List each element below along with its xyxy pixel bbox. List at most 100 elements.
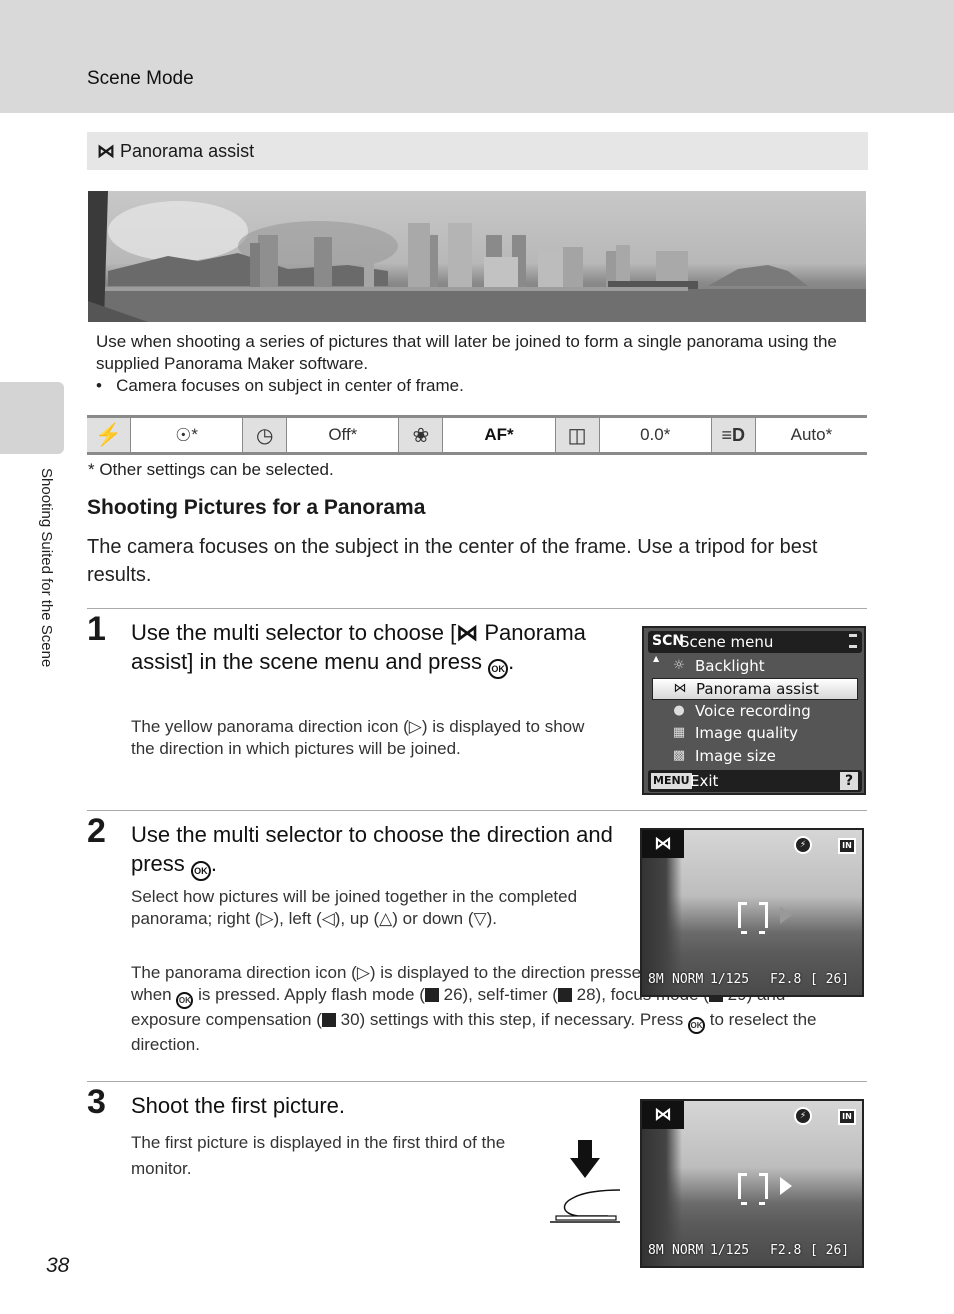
side-tab[interactable] (0, 382, 64, 454)
image-size-icon: ▩ (672, 748, 686, 763)
step-2-number: 2 (87, 812, 106, 850)
divider (87, 810, 867, 811)
panorama-mode-icon: ⋈ (642, 1101, 684, 1129)
ok-button-icon: OK (176, 992, 194, 1009)
panorama-photo (88, 191, 866, 322)
menu-item-label: Image size (695, 747, 776, 765)
live-view-screen-direction: ⋈ ⚡ IN 8M NORM 1/125 F2.8 [ 26] (640, 828, 864, 997)
self-timer-value: Off* (287, 418, 400, 452)
exposure-compensation-value: 0.0* (600, 418, 712, 452)
page-number: 38 (46, 1254, 70, 1277)
exposures-remaining: [ 26] (810, 972, 850, 987)
step-1-body: The yellow panorama direction icon (▷) i… (131, 717, 585, 758)
focus-mode-value: AF* (443, 418, 556, 452)
menu-item-label: Voice recording (695, 702, 811, 720)
text: 30) settings with this step, if necessar… (335, 1010, 688, 1029)
panorama-assist-icon: ⋈ (97, 141, 115, 161)
live-view-screen-first-shot: ⋈ ⚡ IN 8M NORM 1/125 F2.8 [ 26] (640, 1099, 864, 1268)
flash-off-icon: ☉ (175, 424, 192, 445)
scene-menu-title: Scene menu (680, 633, 774, 651)
help-icon: ? (840, 772, 858, 790)
internal-memory-icon: IN (838, 838, 856, 854)
step-3-body: The first picture is displayed in the fi… (131, 1133, 506, 1178)
scene-menu-header: SCN Scene menu (648, 631, 862, 653)
step-1-title-c: . (508, 649, 515, 674)
aperture: F2.8 (770, 1243, 802, 1258)
menu-item-label: Image quality (695, 724, 799, 742)
page-reference-icon (557, 988, 572, 1002)
shutter-press-icon (548, 1140, 624, 1226)
section-title: Panorama assist (120, 141, 255, 161)
flash-mode-value: ☉ * (131, 418, 244, 452)
shutter-speed: 1/125 (710, 972, 750, 987)
scrollbar-icon (849, 634, 857, 648)
internal-memory-icon: IN (838, 1109, 856, 1125)
exposures-remaining: [ 26] (810, 1243, 850, 1258)
page-reference-icon (424, 988, 439, 1002)
chapter-title: Scene Mode (87, 68, 194, 89)
default-settings-table: ⚡ ☉ * ◷ Off* ❀ AF* ◫ 0.0* ≡D Auto* (87, 415, 867, 455)
focus-brackets (738, 902, 768, 934)
flash-off-icon: ⚡ (794, 1107, 812, 1125)
step-3-title: Shoot the first picture. (131, 1093, 345, 1118)
menu-item-label: Panorama assist (696, 680, 819, 698)
voice-recording-icon: ● (673, 703, 685, 718)
macro-mode-icon: ❀ (399, 418, 444, 452)
scene-menu-footer: MENU Exit ? (648, 770, 862, 792)
scene-menu-item-image-size[interactable]: ▩ Image size (652, 746, 858, 768)
image-quality-indicator: NORM (672, 1243, 704, 1258)
step-2-body-1: Select how pictures will be joined toget… (131, 887, 578, 928)
panorama-direction-icon (780, 1177, 792, 1195)
step-2-title: Use the multi selector to choose the dir… (131, 820, 621, 881)
step-2-title-c: . (210, 851, 218, 876)
shutter-speed: 1/125 (710, 1243, 750, 1258)
scene-menu-item-panorama-assist[interactable]: ⋈ Panorama assist (652, 678, 858, 700)
backlight-icon: ☼ (673, 658, 685, 673)
image-quality-indicator: NORM (672, 972, 704, 987)
text: is pressed. Apply flash mode ( (193, 985, 425, 1004)
focus-brackets (738, 1173, 768, 1205)
panorama-mode-icon: ⋈ (642, 830, 684, 858)
image-size-indicator: 8M (648, 972, 664, 987)
divider (87, 608, 867, 609)
self-timer-icon: ◷ (243, 418, 288, 452)
bullet-text: Camera focuses on subject in center of f… (116, 376, 464, 395)
panorama-assist-icon: ⋈ (673, 681, 687, 696)
menu-button-icon: MENU (651, 773, 692, 789)
side-tab-label: Shooting Suited for the Scene (38, 468, 55, 668)
footnote: * Other settings can be selected. (88, 460, 334, 479)
description-bullet: • Camera focuses on subject in center of… (96, 376, 464, 395)
menu-item-label: Backlight (695, 657, 765, 675)
page-reference-icon (321, 1013, 336, 1027)
flash-off-icon: ⚡ (794, 836, 812, 854)
panorama-assist-icon: ⋈ (456, 620, 479, 645)
exposure-compensation-icon: ◫ (555, 418, 600, 452)
exit-label: Exit (690, 772, 719, 790)
step-3-number: 3 (87, 1083, 106, 1121)
mode-description: Use when shooting a series of pictures t… (96, 331, 856, 397)
step-1-title-a: Use the multi selector to choose [ (131, 620, 457, 645)
text: 26), self-timer ( (438, 985, 558, 1004)
focus-assist-icon: ≡D (711, 418, 756, 452)
ok-button-icon: OK (190, 861, 211, 881)
ok-button-icon: OK (488, 659, 509, 679)
image-size-indicator: 8M (648, 1243, 664, 1258)
step-1-number: 1 (87, 610, 106, 648)
scene-menu-screen: SCN Scene menu ▲ ☼ Backlight ⋈ Panorama … (642, 626, 866, 795)
ok-button-icon: OK (688, 1017, 705, 1034)
step-1-title: Use the multi selector to choose [⋈ Pano… (131, 618, 621, 679)
header-band: Scene Mode (0, 0, 954, 113)
aperture: F2.8 (770, 972, 802, 987)
panorama-direction-icon (780, 906, 792, 924)
scene-menu-item-image-quality[interactable]: ▦ Image quality (652, 723, 858, 745)
intro-text: The camera focuses on the subject in the… (87, 536, 818, 586)
skyline-illustration (88, 191, 866, 322)
focus-assist-value: Auto* (790, 425, 833, 444)
scene-menu-item-voice-recording[interactable]: ● Voice recording (652, 701, 858, 723)
section-heading: Shooting Pictures for a Panorama (87, 496, 426, 519)
scene-menu-item-backlight[interactable]: ☼ Backlight (652, 656, 858, 678)
flash-mode-icon: ⚡ (87, 418, 131, 452)
image-quality-icon: ▦ (672, 725, 686, 740)
section-bar: ⋈ Panorama assist (87, 132, 868, 170)
divider (87, 1081, 867, 1082)
